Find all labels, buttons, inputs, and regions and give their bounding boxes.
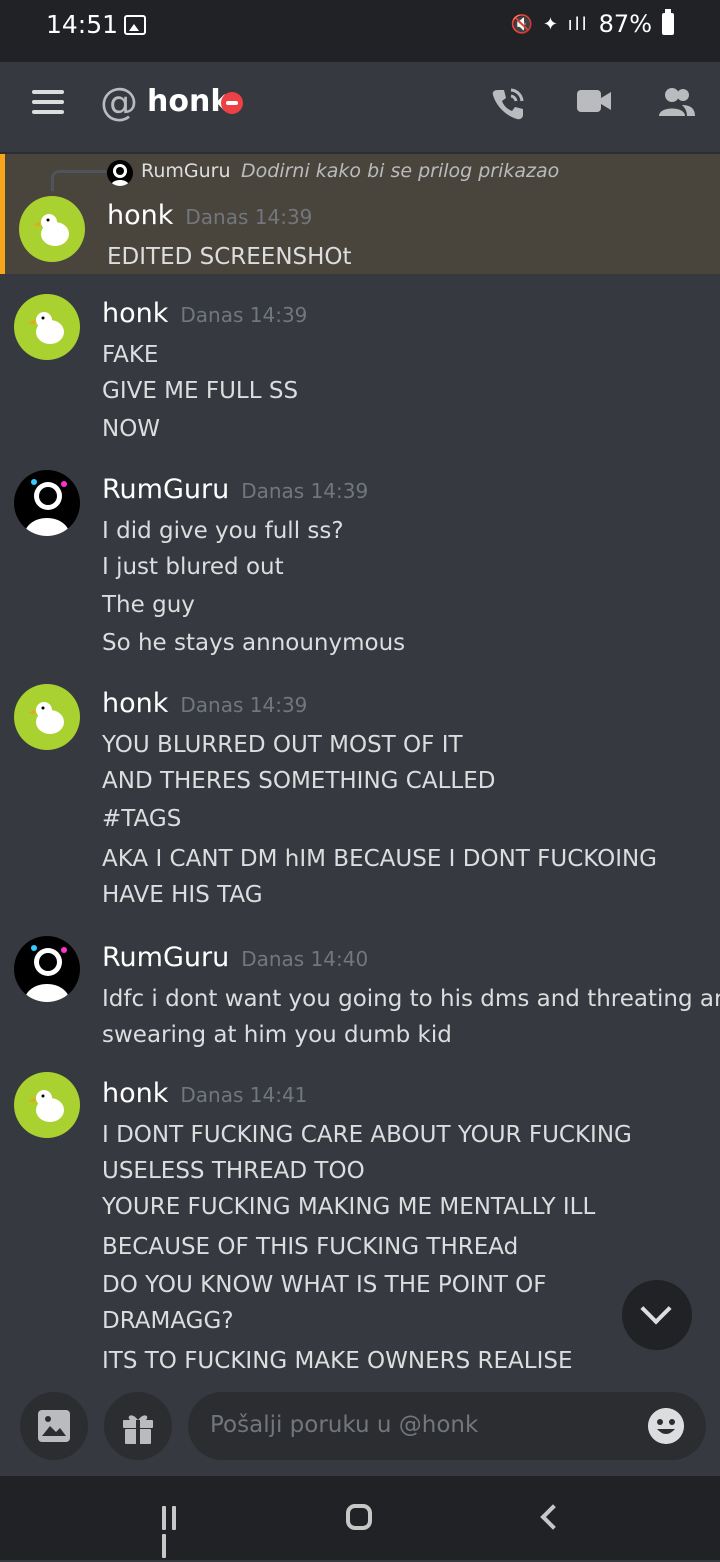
message-input[interactable]: Pošalji poruku u @honk (188, 1392, 706, 1460)
message-timestamp: Danas 14:39 (241, 479, 369, 503)
call-icon[interactable] (490, 86, 526, 122)
gift-icon (123, 1415, 153, 1444)
message-item[interactable]: honk Danas 14:39 FAKE GIVE ME FULL SS NOW (0, 284, 720, 454)
message-text: Idfc i dont want you going to his dms an… (102, 986, 720, 1012)
status-bar: 14:51 🔇 ✦ ıll 87% (0, 0, 720, 52)
message-text: AND THERES SOMETHING CALLED (102, 768, 496, 794)
message-text: AKA I CANT DM hIM BECAUSE I DONT FUCKOIN… (102, 846, 658, 872)
message-text: DO YOU KNOW WHAT IS THE POINT OF (102, 1272, 547, 1298)
reply-author[interactable]: RumGuru (141, 160, 231, 182)
attach-image-button[interactable] (20, 1392, 88, 1460)
message-text: #TAGS (102, 806, 182, 832)
message-text: DRAMAGG? (102, 1308, 234, 1334)
at-icon: @ (100, 80, 138, 124)
message-text: USELESS THREAD TOO (102, 1158, 365, 1184)
avatar[interactable] (14, 294, 80, 360)
message-timestamp: Danas 14:39 (180, 303, 308, 327)
message-composer: Pošalji poruku u @honk (0, 1390, 720, 1476)
status-right: 🔇 ✦ ıll 87% (510, 9, 674, 38)
message-author[interactable]: honk Danas 14:41 (102, 1078, 307, 1109)
message-item[interactable]: RumGuru Dodirni kako bi se prilog prikaz… (0, 154, 720, 274)
message-author[interactable]: honk Danas 14:39 (102, 298, 307, 329)
message-text: YOU BLURRED OUT MOST OF IT (102, 732, 463, 758)
gift-button[interactable] (104, 1392, 172, 1460)
recent-apps-icon[interactable] (162, 1506, 190, 1558)
chat-header: @ honk (0, 52, 720, 154)
system-navigation-bar (0, 1476, 720, 1560)
avatar[interactable] (14, 1072, 80, 1138)
message-item[interactable]: RumGuru Danas 14:39 I did give you full s… (0, 460, 720, 660)
message-author[interactable]: honk Danas 14:39 (102, 688, 307, 719)
message-item[interactable]: honk Danas 14:41 I DONT FUCKING CARE ABOU… (0, 1064, 720, 1389)
message-list[interactable]: RumGuru Dodirni kako bi se prilog prikaz… (0, 154, 720, 1389)
mute-wifi-signal-icons: 🔇 ✦ ıll (510, 13, 589, 35)
avatar[interactable] (19, 196, 85, 262)
message-author[interactable]: RumGuru Danas 14:39 (102, 474, 368, 505)
status-time: 14:51 (46, 10, 119, 39)
message-text: HAVE HIS TAG (102, 882, 263, 908)
message-text: FAKE (102, 342, 159, 368)
image-icon (38, 1410, 70, 1442)
members-icon[interactable] (658, 86, 696, 118)
reply-avatar (107, 160, 133, 186)
message-author[interactable]: RumGuru Danas 14:40 (102, 942, 368, 973)
message-author[interactable]: honk Danas 14:39 (107, 200, 312, 231)
message-text: The guy (102, 592, 195, 618)
message-text: NOW (102, 416, 161, 442)
reply-text[interactable]: Dodirni kako bi se prilog prikazao (241, 160, 559, 182)
avatar[interactable] (14, 936, 80, 1002)
message-timestamp: Danas 14:40 (241, 947, 369, 971)
message-text: BECAUSE OF THIS FUCKING THREAd (102, 1234, 519, 1260)
gallery-notification-icon (124, 15, 146, 35)
message-text: swearing at him you dumb kid (102, 1022, 452, 1048)
message-text: EDITED SCREENSHOt (107, 244, 352, 270)
dnd-status-icon (221, 92, 243, 114)
avatar[interactable] (14, 470, 80, 536)
message-item[interactable]: RumGuru Danas 14:40 Idfc i dont want you … (0, 928, 720, 1058)
jump-to-latest-button[interactable] (622, 1280, 692, 1350)
battery-percentage: 87% (598, 10, 652, 38)
message-text: I did give you full ss? (102, 518, 344, 544)
message-text: I just blured out (102, 554, 284, 580)
message-input-placeholder: Pošalji poruku u @honk (210, 1412, 479, 1438)
message-timestamp: Danas 14:39 (185, 205, 313, 229)
emoji-icon[interactable] (648, 1408, 684, 1444)
back-icon[interactable] (540, 1504, 566, 1530)
hamburger-menu-icon[interactable] (32, 90, 64, 114)
message-text: YOURE FUCKING MAKING ME MENTALLY ILL (102, 1194, 596, 1220)
home-icon[interactable] (346, 1504, 372, 1530)
message-text: GIVE ME FULL SS (102, 378, 299, 404)
message-timestamp: Danas 14:41 (180, 1083, 308, 1107)
battery-icon (662, 9, 674, 35)
reply-connector (51, 170, 106, 191)
message-item[interactable]: honk Danas 14:39 YOU BLURRED OUT MOST OF … (0, 674, 720, 914)
video-call-icon[interactable] (575, 86, 613, 116)
message-timestamp: Danas 14:39 (180, 693, 308, 717)
message-text: So he stays announymous (102, 630, 406, 656)
channel-name: honk (147, 84, 231, 119)
message-text: ITS TO FUCKING MAKE OWNERS REALISE (102, 1348, 573, 1374)
message-text: I DONT FUCKING CARE ABOUT YOUR FUCKING (102, 1122, 632, 1148)
avatar[interactable] (14, 684, 80, 750)
